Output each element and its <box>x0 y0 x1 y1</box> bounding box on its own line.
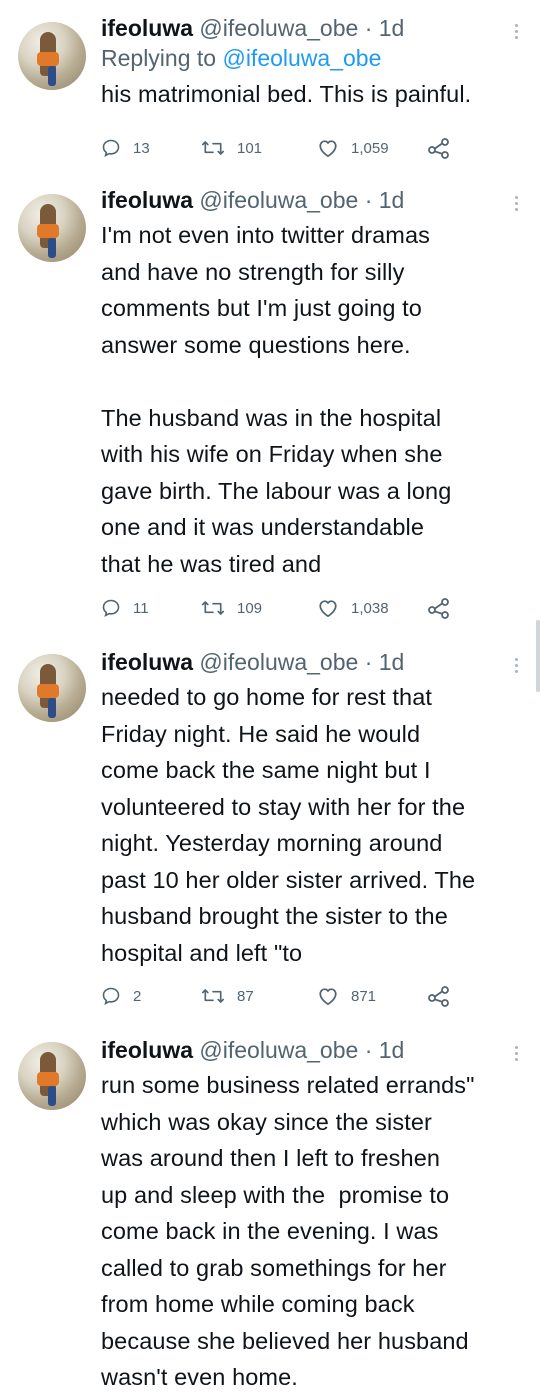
share-button[interactable] <box>427 982 463 1010</box>
scrollbar[interactable] <box>536 620 540 692</box>
tweet-actions: 11 109 1,038 <box>101 594 461 622</box>
reply-icon <box>102 987 120 1006</box>
reply-button[interactable]: 13 <box>101 134 150 162</box>
reply-count: 13 <box>133 139 150 157</box>
retweet-button[interactable]: 87 <box>201 982 254 1010</box>
tweet-time[interactable]: · 1d <box>365 15 405 41</box>
author-name[interactable]: ifeoluwa <box>101 1037 193 1063</box>
like-button[interactable]: 871 <box>317 982 376 1010</box>
replying-mention[interactable]: @ifeoluwa_obe <box>222 45 381 71</box>
reply-icon <box>102 139 120 158</box>
more-icon[interactable] <box>512 658 520 676</box>
retweet-icon <box>201 989 225 1003</box>
more-icon[interactable] <box>512 1046 520 1064</box>
tweet-actions: 2 87 871 <box>101 982 461 1010</box>
retweet-count: 109 <box>237 599 263 617</box>
tweet-header: ifeoluwa @ifeoluwa_obe · 1d <box>101 648 500 676</box>
retweet-count: 101 <box>237 139 263 157</box>
like-count: 1,059 <box>351 139 389 157</box>
tweet-text: needed to go home for rest that Friday n… <box>101 684 476 966</box>
share-icon <box>428 986 449 1007</box>
author-handle[interactable]: @ifeoluwa_obe <box>199 187 358 213</box>
tweet-text: I'm not even into twitter dramas and hav… <box>101 222 452 577</box>
author-name[interactable]: ifeoluwa <box>101 187 193 213</box>
tweet-time[interactable]: · 1d <box>365 649 405 675</box>
reply-count: 2 <box>133 987 142 1005</box>
author-handle[interactable]: @ifeoluwa_obe <box>199 649 358 675</box>
tweet-header: ifeoluwa @ifeoluwa_obe · 1d <box>101 14 500 42</box>
heart-icon <box>319 140 337 158</box>
author-handle[interactable]: @ifeoluwa_obe <box>199 1037 358 1063</box>
replying-to: Replying to @ifeoluwa_obe <box>101 44 500 72</box>
tweet-header: ifeoluwa @ifeoluwa_obe · 1d <box>101 186 500 214</box>
reply-count: 11 <box>133 599 149 617</box>
tweet-actions: 13 101 1,059 <box>101 134 461 162</box>
retweet-icon <box>201 601 225 615</box>
replying-label: Replying to <box>101 45 223 71</box>
retweet-icon <box>201 141 225 155</box>
like-count: 1,038 <box>351 599 389 617</box>
tweet-time[interactable]: · 1d <box>365 187 405 213</box>
more-icon[interactable] <box>512 24 520 42</box>
share-button[interactable] <box>427 134 463 162</box>
avatar[interactable] <box>18 654 86 722</box>
avatar[interactable] <box>18 194 86 262</box>
tweet-time[interactable]: · 1d <box>365 1037 405 1063</box>
retweet-count: 87 <box>237 987 254 1005</box>
avatar[interactable] <box>18 22 86 90</box>
retweet-button[interactable]: 109 <box>201 594 262 622</box>
avatar[interactable] <box>18 1042 86 1110</box>
author-name[interactable]: ifeoluwa <box>101 15 193 41</box>
reply-button[interactable]: 11 <box>101 594 149 622</box>
reply-icon <box>102 599 120 618</box>
like-button[interactable]: 1,038 <box>317 594 389 622</box>
retweet-button[interactable]: 101 <box>201 134 262 162</box>
tweet-header: ifeoluwa @ifeoluwa_obe · 1d <box>101 1036 500 1064</box>
share-icon <box>428 598 449 619</box>
tweet-text: run some business related errands" which… <box>101 1072 475 1390</box>
heart-icon <box>319 988 337 1006</box>
reply-button[interactable]: 2 <box>101 982 141 1010</box>
share-icon <box>428 138 449 159</box>
author-name[interactable]: ifeoluwa <box>101 649 193 675</box>
like-button[interactable]: 1,059 <box>317 134 389 162</box>
like-count: 871 <box>351 987 377 1005</box>
author-handle[interactable]: @ifeoluwa_obe <box>199 15 358 41</box>
share-button[interactable] <box>427 594 463 622</box>
tweet-text: his matrimonial bed. This is painful. <box>101 81 472 107</box>
heart-icon <box>319 600 337 618</box>
more-icon[interactable] <box>512 196 520 214</box>
